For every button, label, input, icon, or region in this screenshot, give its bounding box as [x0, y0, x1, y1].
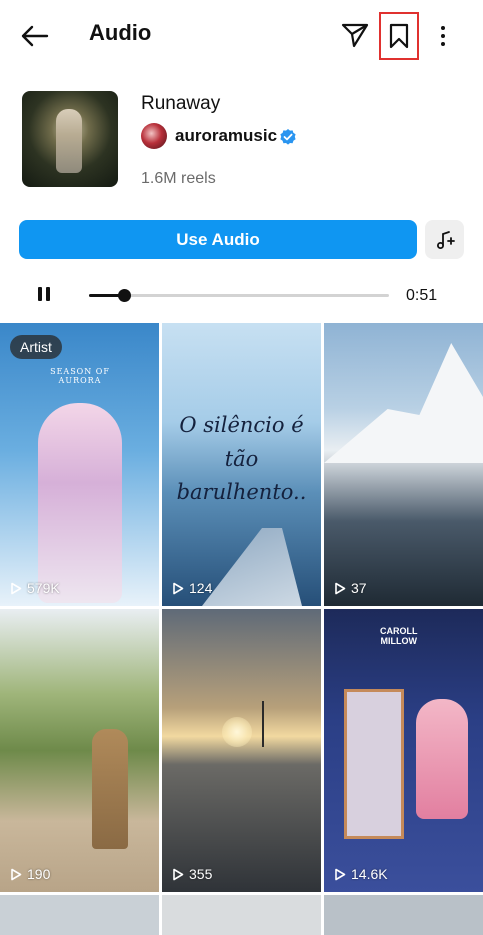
reel-thumbnail[interactable] [162, 895, 321, 935]
bookmark-icon [389, 23, 409, 49]
artist-figure [38, 403, 122, 603]
track-title: Runaway [141, 93, 221, 114]
person [92, 729, 128, 849]
reel-thumbnail[interactable] [0, 895, 159, 935]
play-count: 355 [172, 866, 212, 882]
cover-figure [56, 109, 82, 173]
more-options-button[interactable] [431, 20, 455, 52]
back-button[interactable] [16, 18, 52, 54]
play-icon [335, 582, 346, 594]
reel-caption: O silêncio é tão barulhento.. [176, 413, 307, 505]
play-icon [173, 582, 184, 594]
audio-progress-bar[interactable] [89, 289, 389, 302]
play-icon [11, 868, 22, 880]
reel-thumbnail[interactable]: 37 [324, 323, 483, 606]
pause-button[interactable] [35, 287, 53, 305]
play-icon [335, 868, 346, 880]
mountain [324, 343, 483, 463]
reel-thumbnail[interactable]: 190 [0, 609, 159, 892]
artist-avatar[interactable] [141, 123, 167, 149]
top-bar: Audio [0, 0, 483, 70]
reel-thumbnail[interactable]: CAROLL MILLOW 14.6K [324, 609, 483, 892]
page-title: Audio [89, 20, 152, 45]
verified-badge-icon [280, 129, 296, 145]
easel [344, 689, 404, 839]
reel-thumbnail[interactable] [324, 895, 483, 935]
progress-scrubber[interactable] [117, 289, 131, 302]
share-button[interactable] [338, 18, 372, 52]
artist-name[interactable]: auroramusic [175, 126, 277, 146]
audio-duration: 0:51 [406, 287, 438, 304]
play-count: 124 [172, 580, 212, 596]
more-options-icon [441, 26, 445, 30]
sun [222, 717, 252, 747]
artist-badge: Artist [10, 335, 62, 359]
send-icon [341, 23, 369, 48]
play-count: 14.6K [334, 866, 388, 882]
audio-cover-art[interactable] [22, 91, 118, 187]
play-icon [173, 868, 184, 880]
back-arrow-icon [21, 25, 49, 47]
reel-thumbnail[interactable]: SEASON OF AURORA Artist 579K [0, 323, 159, 606]
reel-caption: SEASON OF AURORA [50, 367, 110, 385]
pier [202, 528, 302, 606]
play-count: 579K [10, 580, 60, 596]
music-note-add-icon [436, 230, 455, 249]
save-audio-button[interactable] [379, 12, 419, 60]
reel-caption: CAROLL MILLOW [380, 626, 418, 646]
pause-icon [38, 287, 42, 301]
add-music-button[interactable] [425, 220, 464, 259]
play-count: 37 [334, 580, 367, 596]
reels-count: 1.6M reels [141, 170, 216, 187]
sailboat-mast [262, 701, 264, 747]
play-icon [11, 582, 22, 594]
painter-figure [416, 699, 468, 819]
play-count: 190 [10, 866, 50, 882]
reel-thumbnail[interactable]: 355 [162, 609, 321, 892]
use-audio-button[interactable]: Use Audio [19, 220, 417, 259]
reel-thumbnail[interactable]: O silêncio é tão barulhento.. 124 [162, 323, 321, 606]
